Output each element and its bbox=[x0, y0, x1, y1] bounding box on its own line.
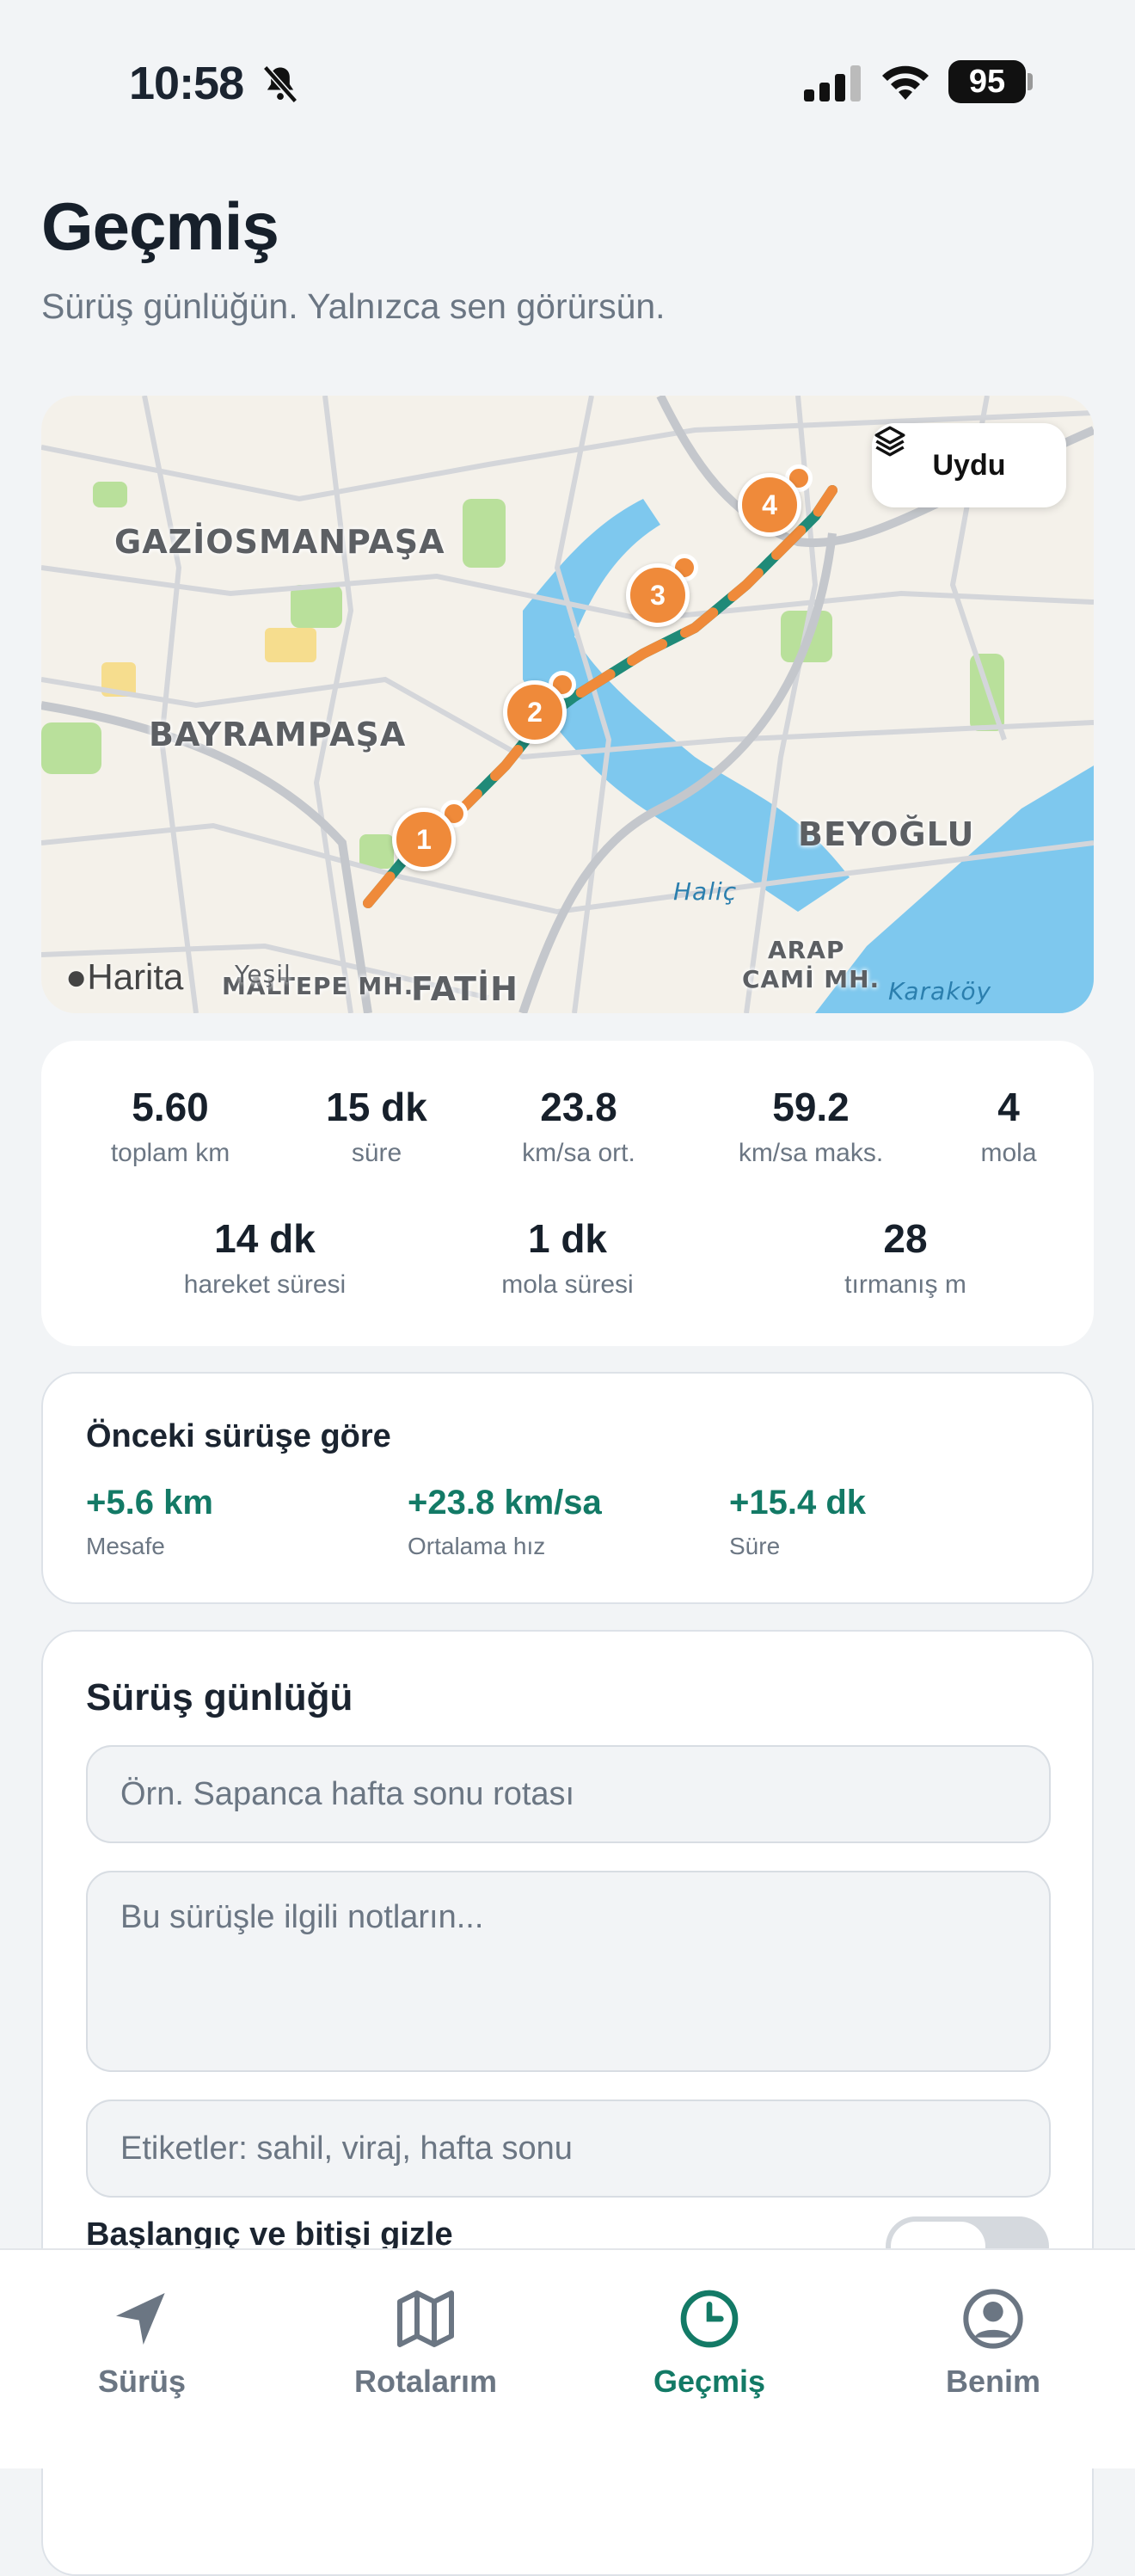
map-brand: ●Harita bbox=[65, 956, 183, 998]
tab-ride[interactable]: Sürüş bbox=[39, 2284, 245, 2400]
map-label-arap: ARAP bbox=[768, 936, 845, 964]
comparison-card: Önceki sürüşe göre +5.6 km Mesafe +23.8 … bbox=[41, 1372, 1094, 1604]
stat-max-speed-value: 59.2 bbox=[772, 1085, 850, 1129]
stat-max-speed-label: km/sa maks. bbox=[738, 1139, 884, 1167]
comparison-duration-label: Süre bbox=[729, 1533, 781, 1559]
comparison-distance-value: +5.6 km bbox=[86, 1484, 213, 1522]
stat-climb: 28 tırmanış m bbox=[798, 1215, 1013, 1300]
map-icon bbox=[397, 2290, 454, 2347]
map-label-gaziosmanpasa: GAZİOSMANPAŞA bbox=[114, 523, 445, 561]
stat-climb-label: tırmanış m bbox=[844, 1270, 966, 1299]
stat-distance-label: toplam km bbox=[110, 1139, 230, 1167]
tab-routes-label: Rotalarım bbox=[353, 2364, 498, 2399]
tab-bar: Sürüş Rotalarım Geçmiş Benim bbox=[0, 2248, 1135, 2468]
stat-avg-speed: 23.8 km/sa ort. bbox=[488, 1084, 669, 1168]
tab-profile[interactable]: Benim bbox=[890, 2284, 1096, 2400]
navigation-arrow-icon bbox=[116, 2293, 165, 2345]
stat-moving-time: 14 dk hareket süresi bbox=[136, 1215, 394, 1300]
map-label-cami: CAMİ MH. bbox=[742, 965, 880, 993]
bell-muted-icon bbox=[262, 65, 298, 104]
comparison-duration-value: +15.4 dk bbox=[729, 1484, 867, 1522]
wifi-icon bbox=[882, 65, 929, 100]
clock-icon bbox=[680, 2290, 739, 2348]
stat-climb-value: 28 bbox=[883, 1216, 928, 1261]
tab-routes[interactable]: Rotalarım bbox=[322, 2284, 529, 2400]
stat-avg-speed-value: 23.8 bbox=[540, 1085, 617, 1129]
satellite-toggle-button[interactable]: Uydu bbox=[872, 423, 1066, 507]
stat-moving-time-value: 14 dk bbox=[214, 1216, 316, 1261]
apple-logo-icon: ● bbox=[65, 956, 88, 997]
ride-stats-card: 5.60 toplam km 15 dk süre 23.8 km/sa ort… bbox=[41, 1041, 1094, 1346]
stat-break-time: 1 dk mola süresi bbox=[460, 1215, 675, 1300]
ride-notes-textarea[interactable]: Bu sürüşle ilgili notların... bbox=[86, 1871, 1051, 2072]
map-label-fatih: FATİH bbox=[411, 970, 518, 1008]
tab-history[interactable]: Geçmiş bbox=[606, 2284, 813, 2400]
satellite-button-label: Uydu bbox=[932, 448, 1006, 482]
stat-breaks: 4 mola bbox=[953, 1084, 1064, 1168]
stat-max-speed: 59.2 km/sa maks. bbox=[703, 1084, 918, 1168]
stat-distance: 5.60 toplam km bbox=[76, 1084, 265, 1168]
comparison-avg-speed-label: Ortalama hız bbox=[408, 1533, 546, 1559]
stat-breaks-value: 4 bbox=[997, 1085, 1020, 1129]
page-title: Geçmiş bbox=[41, 188, 279, 264]
stat-break-time-label: mola süresi bbox=[501, 1270, 634, 1299]
stop-pin-3[interactable]: 3 bbox=[626, 563, 690, 627]
layers-icon bbox=[874, 426, 905, 457]
route-map[interactable]: GAZİOSMANPAŞA BAYRAMPAŞA BEYOĞLU Haliç A… bbox=[41, 396, 1094, 1013]
stat-avg-speed-label: km/sa ort. bbox=[522, 1139, 635, 1167]
stat-duration-label: süre bbox=[351, 1139, 402, 1167]
tab-ride-label: Sürüş bbox=[97, 2364, 187, 2399]
battery-tip bbox=[1028, 73, 1033, 90]
ride-tags-input[interactable]: Etiketler: sahil, viraj, hafta sonu bbox=[86, 2100, 1051, 2198]
stop-pin-4[interactable]: 4 bbox=[738, 473, 801, 537]
stop-pin-2[interactable]: 2 bbox=[503, 680, 567, 744]
comparison-duration: +15.4 dk Süre bbox=[729, 1484, 866, 1560]
comparison-distance-label: Mesafe bbox=[86, 1533, 165, 1559]
stat-breaks-label: mola bbox=[980, 1139, 1037, 1167]
comparison-distance: +5.6 km Mesafe bbox=[86, 1484, 213, 1560]
comparison-avg-speed: +23.8 km/sa Ortalama hız bbox=[408, 1484, 602, 1560]
stop-pin-1[interactable]: 1 bbox=[392, 808, 456, 871]
page-subtitle: Sürüş günlüğün. Yalnızca sen görürsün. bbox=[41, 286, 666, 326]
comparison-title: Önceki sürüşe göre bbox=[86, 1418, 391, 1454]
stat-break-time-value: 1 dk bbox=[527, 1216, 608, 1261]
comparison-avg-speed-value: +23.8 km/sa bbox=[408, 1484, 602, 1522]
battery-indicator: 95 bbox=[948, 60, 1026, 103]
map-label-beyoglu: BEYOĞLU bbox=[798, 815, 975, 853]
status-time: 10:58 bbox=[129, 58, 244, 109]
map-label-halic: Haliç bbox=[673, 877, 738, 906]
cellular-signal-icon bbox=[804, 65, 861, 101]
map-brand-label: Harita bbox=[87, 956, 184, 997]
stat-duration-value: 15 dk bbox=[326, 1085, 427, 1129]
map-label-yesil: Yeşil bbox=[235, 960, 291, 988]
tab-history-label: Geçmiş bbox=[653, 2364, 766, 2399]
stat-distance-value: 5.60 bbox=[132, 1085, 209, 1129]
stat-moving-time-label: hareket süresi bbox=[183, 1270, 347, 1299]
journal-title: Sürüş günlüğü bbox=[86, 1676, 353, 1718]
user-circle-icon bbox=[963, 2289, 1023, 2349]
stat-duration: 15 dk süre bbox=[299, 1084, 454, 1168]
map-label-bayrampasa: BAYRAMPAŞA bbox=[149, 716, 407, 753]
tab-profile-label: Benim bbox=[945, 2364, 1041, 2399]
ride-name-input[interactable]: Örn. Sapanca hafta sonu rotası bbox=[86, 1745, 1051, 1843]
map-label-karakoy: Karaköy bbox=[888, 977, 992, 1005]
